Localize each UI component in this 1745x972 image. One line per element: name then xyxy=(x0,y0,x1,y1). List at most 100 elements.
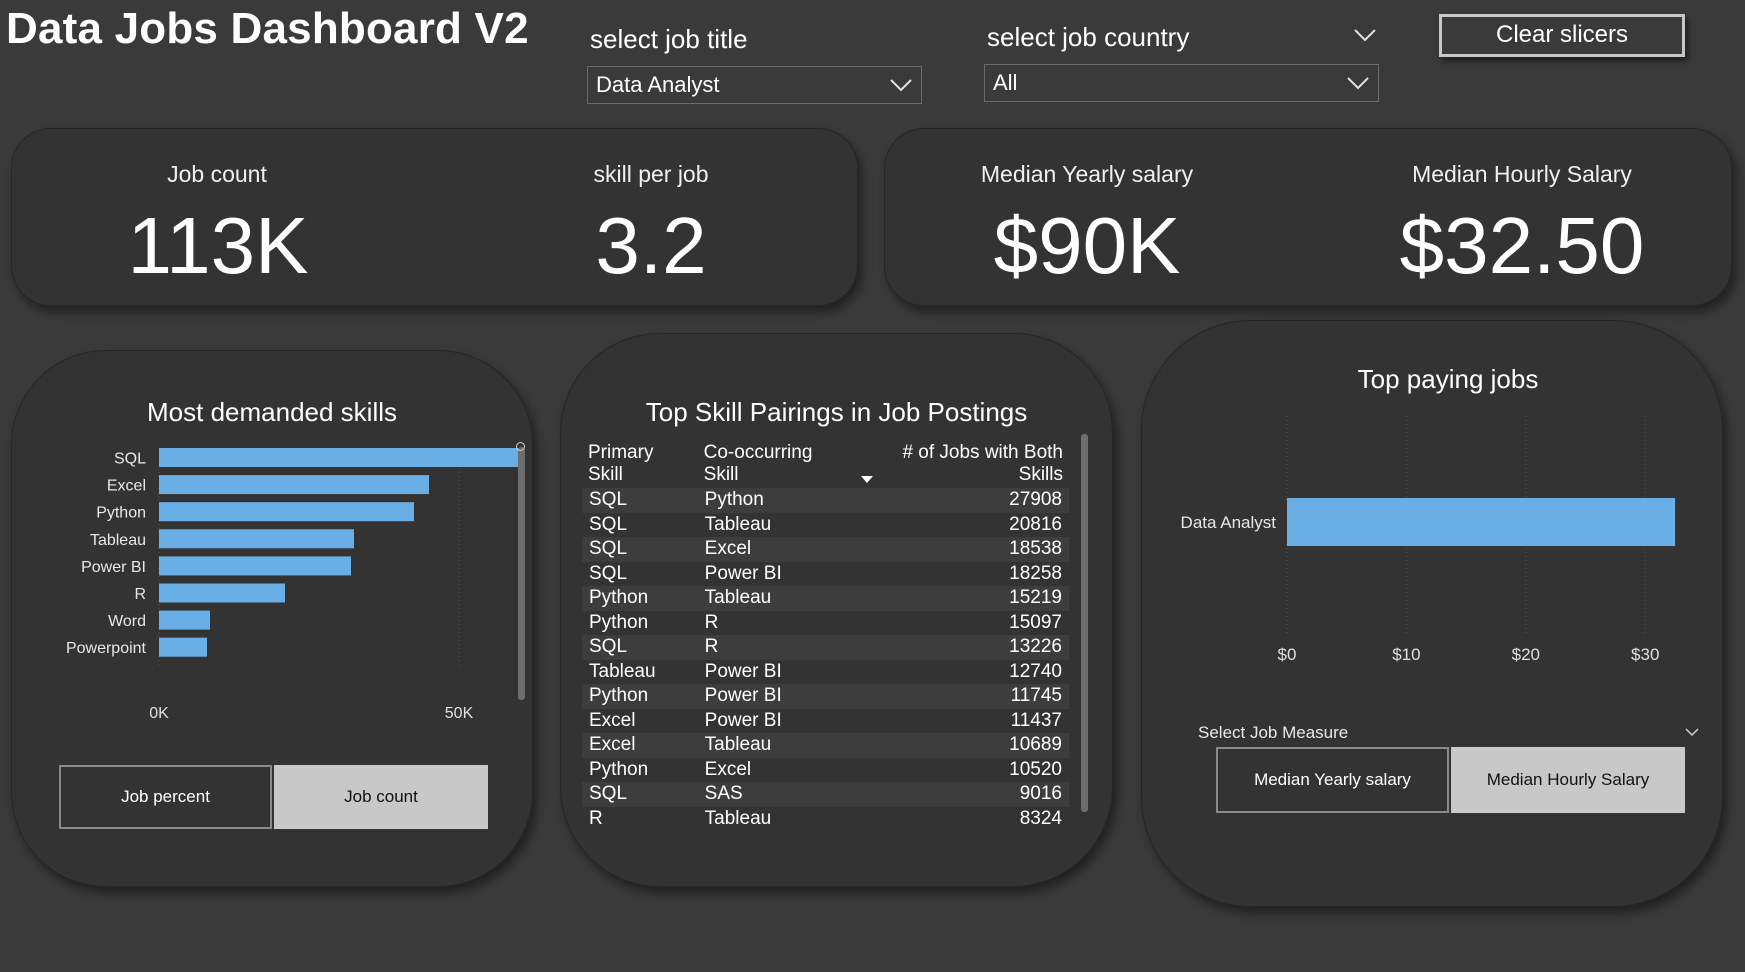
job-count-toggle[interactable]: Job count xyxy=(274,765,488,829)
primary-skill-cell: SQL xyxy=(582,561,698,586)
table-row[interactable]: Tableau Power BI 12740 xyxy=(582,659,1069,684)
column-header-primary-skill[interactable]: Primary Skill xyxy=(582,434,698,488)
job-title-dropdown[interactable]: Data Analyst xyxy=(587,66,922,104)
skill-bar[interactable] xyxy=(159,637,207,657)
co-occurring-skill-cell: Power BI xyxy=(697,561,855,586)
pairings-scrollbar[interactable] xyxy=(1081,434,1088,812)
table-row[interactable]: Python Tableau 15219 xyxy=(582,586,1069,611)
pairings-table: Primary Skill Co-occurring Skill # of Jo… xyxy=(582,434,1069,831)
chevron-down-icon[interactable] xyxy=(1685,724,1699,737)
skills-category-label: Excel xyxy=(107,478,146,495)
job-title-slicer-label: select job title xyxy=(590,24,748,54)
skills-x-tick-label: 0K xyxy=(149,705,169,722)
table-row[interactable]: Python Excel 10520 xyxy=(582,757,1069,782)
primary-skill-cell: R xyxy=(582,806,698,831)
skill-bar[interactable] xyxy=(159,502,414,522)
median-yearly-label: Median Yearly salary xyxy=(980,161,1194,187)
table-row[interactable]: SQL SAS 9016 xyxy=(582,782,1069,807)
job-country-dropdown[interactable]: All xyxy=(984,64,1379,102)
table-row[interactable]: SQL Excel 18538 xyxy=(582,537,1069,562)
primary-skill-cell: SQL xyxy=(582,512,698,537)
table-row[interactable]: Python R 15097 xyxy=(582,610,1069,635)
primary-skill-cell: Python xyxy=(582,684,698,709)
primary-skill-cell: SQL xyxy=(582,782,698,807)
skill-per-job-value: 3.2 xyxy=(595,201,707,290)
median-hourly-value: $32.50 xyxy=(1399,201,1645,290)
pairings-panel-title: Top Skill Pairings in Job Postings xyxy=(645,397,1028,427)
table-row[interactable]: R Tableau 8324 xyxy=(582,806,1069,831)
jobs-count-cell: 20816 xyxy=(854,512,1069,537)
jobs-count-cell: 12740 xyxy=(854,659,1069,684)
co-occurring-skill-cell: Tableau xyxy=(697,733,855,758)
skills-bar-chart: 0K 50K SQL Excel Python Tableau Power BI R Word P… xyxy=(66,448,520,722)
clear-slicers-button[interactable]: Clear slicers xyxy=(1439,14,1685,57)
table-row[interactable]: SQL Python 27908 xyxy=(582,488,1069,513)
co-occurring-skill-cell: SAS xyxy=(697,782,855,807)
skills-category-label: Word xyxy=(108,613,146,630)
skill-per-job-label: skill per job xyxy=(593,161,709,187)
skills-category-label: R xyxy=(134,586,146,603)
job-country-dropdown-value: All xyxy=(993,70,1018,95)
primary-skill-cell: Excel xyxy=(582,733,698,758)
co-occurring-skill-cell: Excel xyxy=(697,757,855,782)
skills-x-tick-label: 50K xyxy=(445,705,474,722)
measure-yearly-toggle[interactable]: Median Yearly salary xyxy=(1216,747,1449,813)
table-row[interactable]: SQL Power BI 18258 xyxy=(582,561,1069,586)
paying-panel-title: Top paying jobs xyxy=(1357,364,1539,394)
chevron-down-icon xyxy=(1346,76,1370,90)
skill-bar[interactable] xyxy=(159,529,354,549)
column-header-jobs-both-label: # of Jobs with Both Skills xyxy=(902,442,1063,485)
table-row[interactable]: Excel Tableau 10689 xyxy=(582,733,1069,758)
jobs-count-cell: 18258 xyxy=(854,561,1069,586)
skills-category-label: SQL xyxy=(114,451,146,468)
paying-x-tick-label: $0 xyxy=(1278,645,1297,664)
median-hourly-label: Median Hourly Salary xyxy=(1412,161,1632,187)
sort-descending-icon xyxy=(860,467,873,489)
co-occurring-skill-cell: Power BI xyxy=(697,659,855,684)
skill-bar[interactable] xyxy=(159,448,520,467)
job-percent-toggle[interactable]: Job percent xyxy=(59,765,272,829)
jobs-count-cell: 9016 xyxy=(854,782,1069,807)
co-occurring-skill-cell: Tableau xyxy=(697,806,855,831)
paying-bar[interactable] xyxy=(1287,498,1676,546)
job-country-slicer-label: select job country xyxy=(987,22,1190,52)
skills-scrollbar[interactable] xyxy=(518,447,525,700)
skills-category-label: Powerpoint xyxy=(66,640,147,657)
table-row[interactable]: SQL R 13226 xyxy=(582,635,1069,660)
country-slicer-chevron-icon[interactable] xyxy=(1353,28,1377,42)
primary-skill-cell: Tableau xyxy=(582,659,698,684)
primary-skill-cell: SQL xyxy=(582,537,698,562)
paying-x-tick-label: $10 xyxy=(1392,645,1420,664)
dashboard-title: Data Jobs Dashboard V2 xyxy=(6,4,529,53)
primary-skill-cell: Excel xyxy=(582,708,698,733)
jobs-count-cell: 10689 xyxy=(854,733,1069,758)
skills-category-label: Python xyxy=(96,505,146,522)
skill-bar[interactable] xyxy=(159,583,285,603)
primary-skill-cell: SQL xyxy=(582,635,698,660)
table-row[interactable]: SQL Tableau 20816 xyxy=(582,512,1069,537)
table-row[interactable]: Excel Power BI 11437 xyxy=(582,708,1069,733)
job-measure-label: Select Job Measure xyxy=(1198,723,1349,742)
scroll-handle-icon[interactable] xyxy=(516,442,525,451)
skill-bar[interactable] xyxy=(159,610,210,630)
co-occurring-skill-cell: R xyxy=(697,635,855,660)
co-occurring-skill-cell: Python xyxy=(697,488,855,513)
jobs-count-cell: 18538 xyxy=(854,537,1069,562)
column-header-jobs-both[interactable]: # of Jobs with Both Skills xyxy=(855,434,1069,488)
co-occurring-skill-cell: Tableau xyxy=(697,586,855,611)
skills-category-label: Power BI xyxy=(81,559,146,576)
chevron-down-icon xyxy=(889,78,913,92)
co-occurring-skill-cell: Tableau xyxy=(697,512,855,537)
skill-bar[interactable] xyxy=(159,556,351,576)
paying-x-tick-label: $30 xyxy=(1631,645,1659,664)
skill-bar[interactable] xyxy=(159,475,429,495)
job-title-dropdown-value: Data Analyst xyxy=(596,72,720,97)
jobs-count-cell: 15219 xyxy=(854,586,1069,611)
job-count-label: Job count xyxy=(167,161,267,187)
column-header-co-occurring-skill[interactable]: Co-occurring Skill xyxy=(698,434,855,488)
median-yearly-value: $90K xyxy=(993,201,1181,290)
primary-skill-cell: Python xyxy=(582,586,698,611)
measure-hourly-toggle[interactable]: Median Hourly Salary xyxy=(1451,747,1685,813)
jobs-count-cell: 11437 xyxy=(854,708,1069,733)
table-row[interactable]: Python Power BI 11745 xyxy=(582,684,1069,709)
